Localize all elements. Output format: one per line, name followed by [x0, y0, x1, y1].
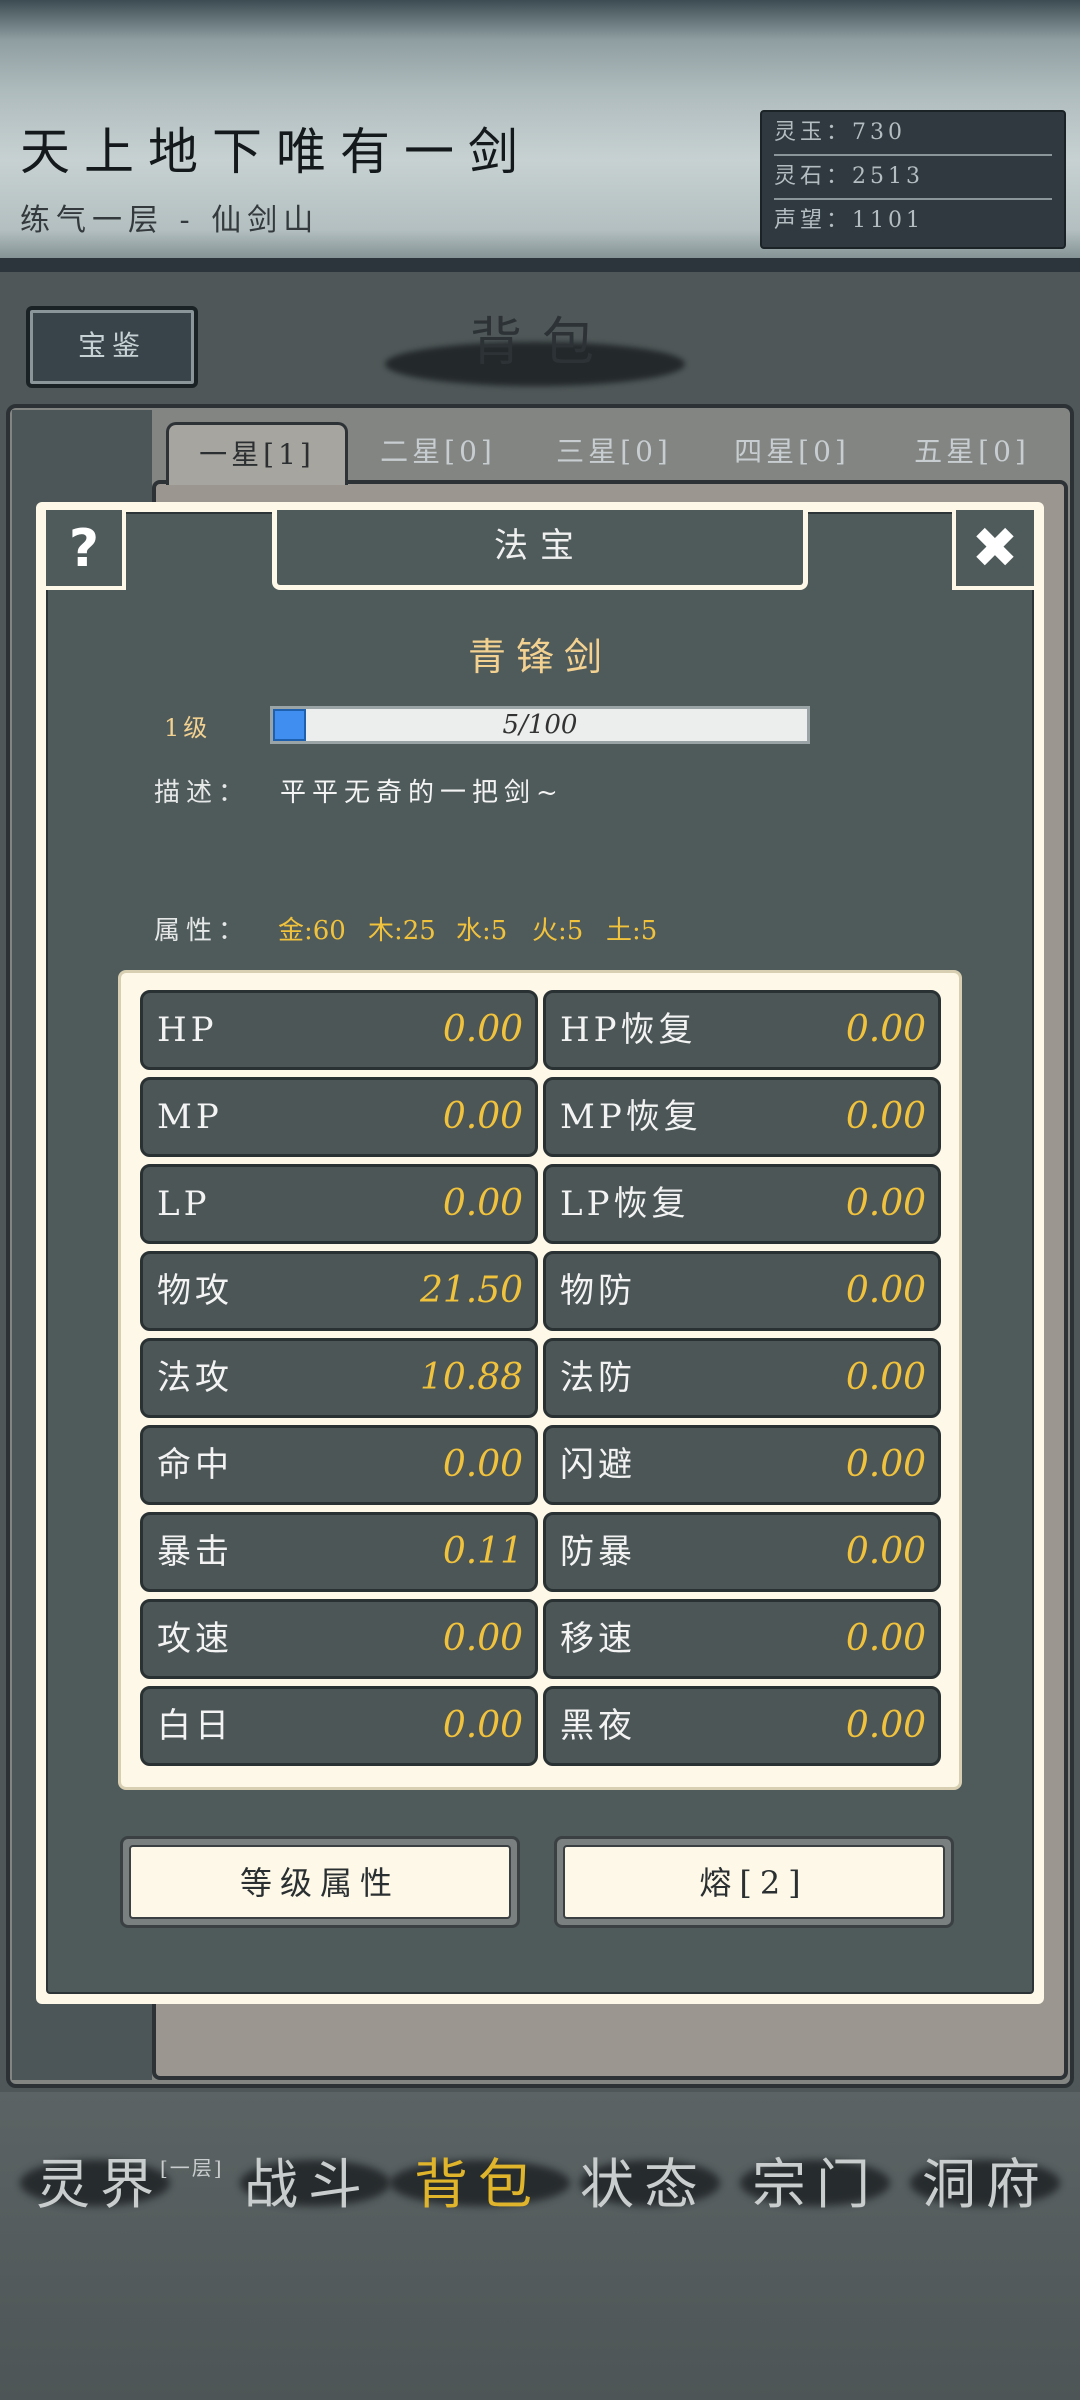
help-button[interactable]: ? [46, 510, 126, 590]
element-metal: 金:60 [278, 916, 346, 946]
close-button[interactable]: ✖ [952, 510, 1034, 590]
spirit-stone-stat: 灵石：2513 [774, 156, 1052, 200]
modal-category-tab: 法宝 [272, 510, 808, 590]
stat-cell: MP 0.00 [140, 1077, 538, 1157]
stat-cell: LP恢复 0.00 [543, 1164, 941, 1244]
stat-value: 0.00 [845, 1270, 926, 1311]
stat-cell: 移速 0.00 [543, 1599, 941, 1679]
stat-label: 命中 [157, 1445, 233, 1485]
stat-value: 21.50 [419, 1270, 523, 1311]
stat-cell: HP恢复 0.00 [543, 990, 941, 1070]
stat-value: 0.00 [845, 1444, 926, 1485]
stat-label: 法防 [560, 1358, 636, 1398]
nav-cave[interactable]: 洞府 [922, 2140, 1050, 2219]
stat-label: 移速 [560, 1619, 636, 1659]
currency-panel: 灵玉：730 灵石：2513 声望：1101 [760, 110, 1066, 249]
stat-label: 物防 [560, 1271, 636, 1311]
stat-label: 攻速 [157, 1619, 233, 1659]
stat-cell: 物防 0.00 [543, 1251, 941, 1331]
stat-value: 0.00 [845, 1531, 926, 1572]
stat-cell: MP恢复 0.00 [543, 1077, 941, 1157]
stat-label: 物攻 [157, 1271, 233, 1311]
element-earth: 土:5 [606, 916, 658, 946]
spirit-jade-stat: 灵玉：730 [774, 112, 1052, 156]
stat-label: 白日 [157, 1706, 233, 1746]
stat-cell: 法攻 10.88 [140, 1338, 538, 1418]
reputation-stat: 声望：1101 [774, 208, 924, 233]
stat-label: HP恢复 [560, 1010, 697, 1050]
element-water: 水:5 [456, 916, 508, 946]
page-title: 背包 [470, 313, 615, 373]
stat-value: 0.11 [442, 1531, 523, 1572]
stat-label: LP恢复 [560, 1184, 690, 1224]
description-label: 描述： [154, 778, 251, 808]
stat-value: 0.00 [845, 1618, 926, 1659]
item-level: 1级 [164, 714, 212, 742]
nav-realm-sublabel: [一层] [160, 2156, 224, 2180]
stat-cell: 攻速 0.00 [140, 1599, 538, 1679]
player-name: 天上地下唯有一剑 [20, 123, 532, 181]
stat-label: 防暴 [560, 1532, 636, 1572]
stat-value: 0.00 [442, 1444, 523, 1485]
stat-label: MP [157, 1097, 223, 1137]
realm-location: 练气一层 - 仙剑山 [20, 203, 320, 238]
stat-cell: 命中 0.00 [140, 1425, 538, 1505]
stat-cell: 暴击 0.11 [140, 1512, 538, 1592]
stat-label: HP [157, 1010, 218, 1050]
stat-label: 黑夜 [560, 1706, 636, 1746]
element-wood: 木:25 [368, 916, 436, 946]
level-attributes-label: 等级属性 [129, 1845, 511, 1919]
nav-sect[interactable]: 宗门 [752, 2140, 880, 2219]
tab-three-star[interactable]: 三星[0] [528, 422, 700, 482]
stat-cell: HP 0.00 [140, 990, 538, 1070]
nav-status[interactable]: 状态 [580, 2140, 708, 2219]
header-divider [0, 258, 1080, 272]
element-fire: 火:5 [532, 916, 584, 946]
stat-cell: 黑夜 0.00 [543, 1686, 941, 1766]
stat-value: 0.00 [442, 1705, 523, 1746]
stat-value: 0.00 [845, 1096, 926, 1137]
tab-four-star[interactable]: 四星[0] [706, 422, 878, 482]
stat-cell: 法防 0.00 [543, 1338, 941, 1418]
bottom-nav [0, 2092, 1080, 2400]
stat-value: 0.00 [442, 1096, 523, 1137]
appraise-button[interactable]: 宝鉴 [26, 306, 198, 388]
stat-value: 0.00 [845, 1183, 926, 1224]
stat-cell: 物攻 21.50 [140, 1251, 538, 1331]
stat-value: 0.00 [442, 1009, 523, 1050]
smelt-button[interactable]: 熔[2] [554, 1836, 954, 1928]
exp-progress-text: 5/100 [502, 710, 578, 740]
stat-cell: 防暴 0.00 [543, 1512, 941, 1592]
stat-value: 0.00 [845, 1705, 926, 1746]
stat-label: MP恢复 [560, 1097, 702, 1137]
description-text: 平平无奇的一把剑~ [280, 778, 564, 808]
stat-cell: 白日 0.00 [140, 1686, 538, 1766]
attribute-label: 属性： [154, 916, 251, 946]
stat-cell: LP 0.00 [140, 1164, 538, 1244]
stat-label: 法攻 [157, 1358, 233, 1398]
stat-label: LP [157, 1184, 211, 1224]
tab-one-star[interactable]: 一星[1] [166, 422, 348, 485]
level-attributes-button[interactable]: 等级属性 [120, 1836, 520, 1928]
stat-value: 0.00 [442, 1183, 523, 1224]
stat-value: 0.00 [845, 1357, 926, 1398]
tab-five-star[interactable]: 五星[0] [884, 422, 1060, 482]
nav-spirit-realm[interactable]: 灵界 [36, 2140, 164, 2219]
stat-value: 10.88 [419, 1357, 523, 1398]
stat-value: 0.00 [845, 1009, 926, 1050]
item-name: 青锋剑 [467, 635, 612, 679]
stat-value: 0.00 [442, 1618, 523, 1659]
stat-label: 闪避 [560, 1445, 636, 1485]
smelt-label: 熔[2] [563, 1845, 945, 1919]
stat-label: 暴击 [157, 1532, 233, 1572]
nav-bag[interactable]: 背包 [414, 2140, 542, 2219]
tab-two-star[interactable]: 二星[0] [352, 422, 524, 482]
stat-cell: 闪避 0.00 [543, 1425, 941, 1505]
nav-battle[interactable]: 战斗 [244, 2140, 372, 2219]
